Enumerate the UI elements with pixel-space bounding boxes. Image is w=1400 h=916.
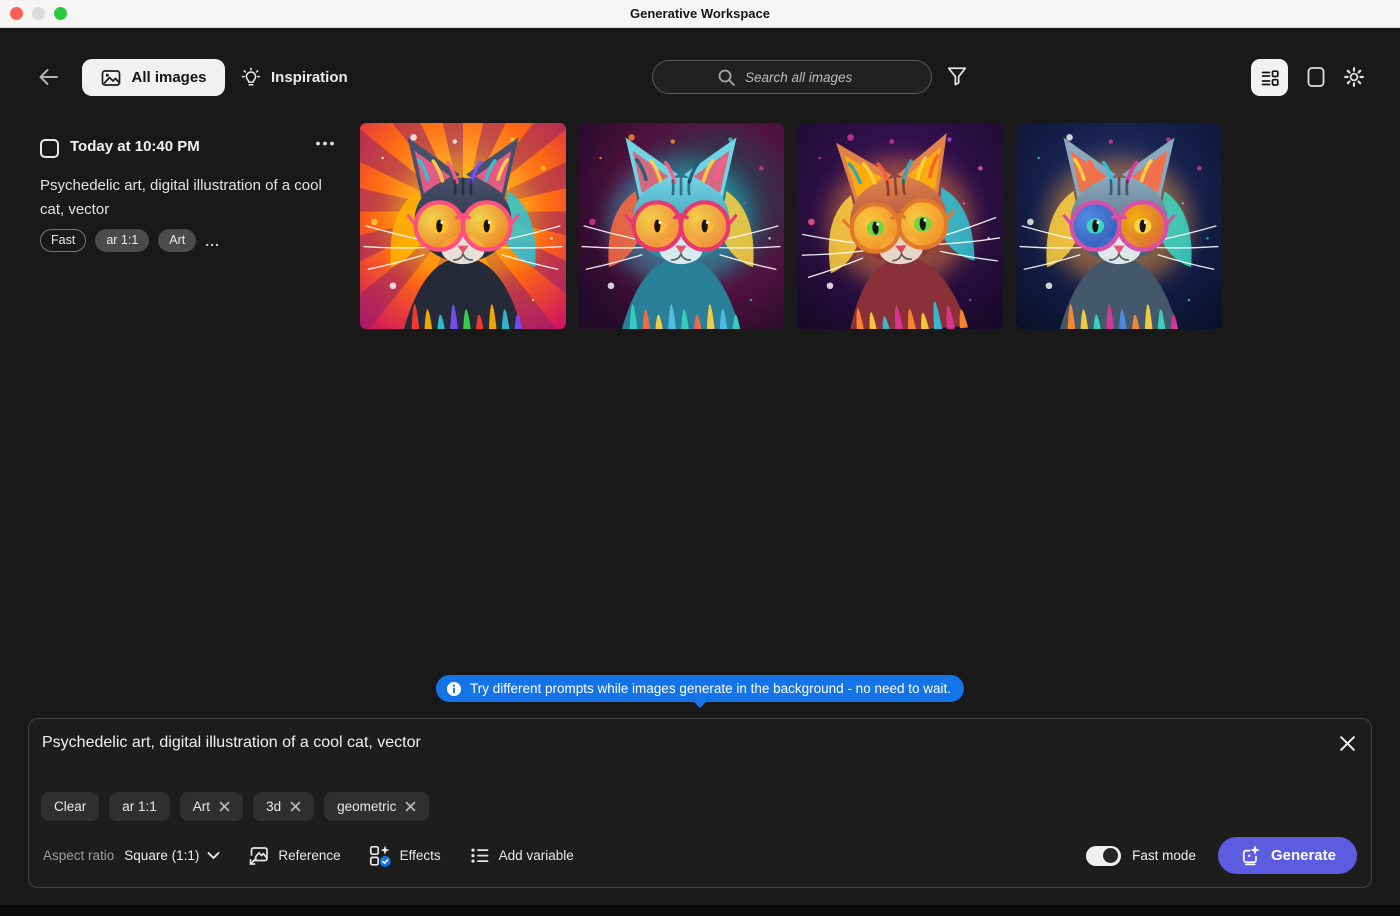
list-view-icon — [1259, 67, 1280, 88]
fast-mode-label: Fast mode — [1132, 848, 1196, 863]
tab-all-images-label: All images — [131, 69, 206, 86]
prompt-composer-panel: Psychedelic art, digital illustration of… — [28, 718, 1372, 888]
effects-button[interactable]: Effects — [368, 844, 441, 868]
filter-funnel-icon — [946, 65, 968, 87]
app-window: Generative Workspace All images — [0, 0, 1400, 916]
search-input[interactable] — [745, 70, 905, 85]
info-icon — [446, 681, 462, 697]
tab-inspiration-label: Inspiration — [271, 69, 348, 86]
grid-view-icon — [1304, 65, 1328, 89]
reference-button[interactable]: Reference — [247, 844, 340, 867]
chip-label: geometric — [337, 799, 396, 814]
variable-list-icon — [468, 844, 491, 867]
tag-art[interactable]: Art — [158, 229, 196, 252]
tip-banner-notch — [693, 701, 707, 708]
search-bar[interactable] — [652, 60, 932, 94]
tip-banner-text: Try different prompts while images gener… — [470, 681, 951, 696]
settings-button[interactable] — [1342, 65, 1366, 89]
grid-view-button[interactable] — [1304, 65, 1328, 89]
chip-label: ar 1:1 — [122, 799, 157, 814]
select-generation-checkbox[interactable] — [40, 139, 59, 158]
tags-overflow[interactable]: ... — [205, 233, 220, 249]
ellipsis-icon — [314, 140, 336, 147]
tip-banner: Try different prompts while images gener… — [436, 675, 964, 702]
back-arrow-icon — [36, 65, 62, 89]
lightbulb-icon — [240, 67, 262, 89]
tab-inspiration[interactable]: Inspiration — [240, 59, 348, 96]
aspect-ratio-value: Square (1:1) — [124, 848, 199, 863]
generate-label: Generate — [1271, 847, 1336, 864]
titlebar: Generative Workspace — [0, 0, 1400, 28]
chip-clear[interactable]: Clear — [41, 792, 99, 821]
chevron-down-icon — [207, 851, 220, 860]
generation-timestamp: Today at 10:40 PM — [70, 138, 200, 155]
toggle-knob — [1103, 848, 1118, 863]
list-view-button[interactable] — [1251, 59, 1288, 96]
reference-image-icon — [247, 844, 270, 867]
remove-chip-icon[interactable] — [405, 801, 416, 812]
add-variable-button[interactable]: Add variable — [468, 844, 574, 867]
tag-fast[interactable]: Fast — [40, 229, 86, 252]
generated-image-1[interactable] — [360, 123, 566, 329]
chip-label: Art — [193, 799, 210, 814]
remove-chip-icon[interactable] — [290, 801, 301, 812]
window-bottom-edge — [0, 905, 1400, 916]
chip-label: 3d — [266, 799, 281, 814]
generation-prompt-text: Psychedelic art, digital illustration of… — [40, 174, 342, 222]
back-button[interactable] — [36, 65, 62, 89]
aspect-ratio-label: Aspect ratio — [43, 848, 114, 863]
chip-art[interactable]: Art — [180, 792, 243, 821]
gear-icon — [1342, 65, 1366, 89]
generated-image-2[interactable] — [578, 123, 784, 329]
chip-3d[interactable]: 3d — [253, 792, 314, 821]
close-icon — [1338, 734, 1357, 753]
chip-ar-1-1[interactable]: ar 1:1 — [109, 792, 170, 821]
window-title: Generative Workspace — [0, 0, 1400, 28]
prompt-input[interactable]: Psychedelic art, digital illustration of… — [42, 734, 1321, 752]
chip-geometric[interactable]: geometric — [324, 792, 429, 821]
close-panel-button[interactable] — [1335, 731, 1359, 755]
generation-tags: Fast ar 1:1 Art... — [40, 229, 220, 252]
generated-image-4[interactable] — [1016, 123, 1222, 329]
prompt-chips: Clear ar 1:1 Art 3d geometric — [41, 792, 429, 821]
add-variable-label: Add variable — [499, 848, 574, 863]
more-options-button[interactable] — [314, 140, 336, 147]
search-icon — [717, 68, 736, 87]
composer-controls: Aspect ratio Square (1:1) — [43, 837, 1357, 874]
tab-all-images[interactable]: All images — [82, 59, 225, 96]
generated-image-3[interactable] — [797, 123, 1003, 329]
aspect-ratio-dropdown[interactable]: Aspect ratio Square (1:1) — [43, 848, 220, 863]
effects-label: Effects — [400, 848, 441, 863]
tag-ar-1-1[interactable]: ar 1:1 — [95, 229, 149, 252]
fast-mode-toggle[interactable] — [1086, 846, 1121, 866]
generate-sparkle-icon — [1239, 844, 1262, 867]
reference-label: Reference — [278, 848, 340, 863]
filter-button[interactable] — [946, 65, 968, 87]
photo-icon — [100, 67, 122, 89]
chip-label: Clear — [54, 799, 86, 814]
generate-button[interactable]: Generate — [1218, 837, 1357, 874]
remove-chip-icon[interactable] — [219, 801, 230, 812]
workspace: All images Inspiration — [0, 28, 1400, 905]
effects-icon — [368, 844, 392, 868]
